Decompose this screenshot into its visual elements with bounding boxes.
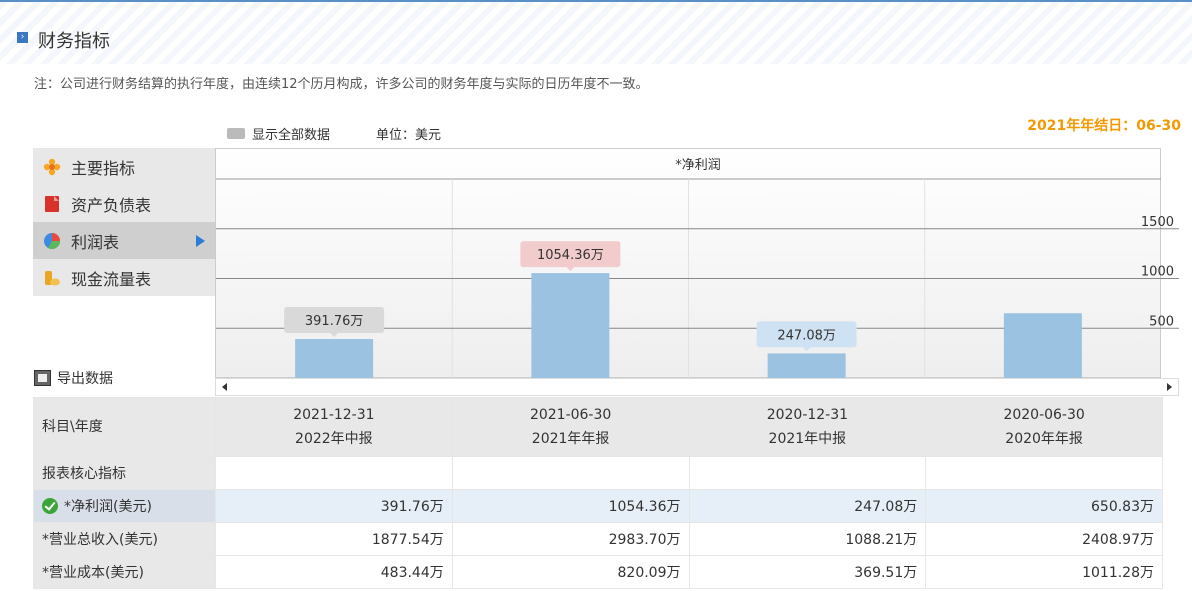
fiscal-year-end: 2021年年结日：06-30: [1027, 118, 1181, 134]
section-title: 财务指标: [38, 31, 110, 52]
chart-bar: [767, 353, 846, 378]
table-row[interactable]: *净利润(美元) 391.76万 1054.36万 247.08万 650.83…: [33, 489, 1163, 523]
section-row: 报表核心指标: [33, 456, 1163, 490]
y-tick-label: 500: [1149, 314, 1174, 329]
column-report: 2020年年报: [1005, 431, 1083, 447]
financial-table: 科目\年度 2021-12-31 2022年中报 2021-06-30 2021年年…: [33, 397, 1163, 589]
chart-title: *净利润: [675, 158, 721, 173]
menu-item-cash-flow[interactable]: 现金流量表: [33, 259, 215, 296]
chart-bar: [531, 273, 610, 378]
data-label: 247.08万: [777, 328, 836, 343]
column-report: 2021年年报: [531, 431, 610, 447]
row-label: *营业总收入(美元): [33, 522, 216, 556]
document-icon: [45, 195, 59, 212]
table-cell: 1054.36万: [451, 489, 690, 523]
column-date: 2021-12-31: [293, 407, 375, 423]
table-corner: 科目\年度: [33, 397, 216, 457]
section-label: 报表核心指标: [33, 456, 216, 490]
show-all-label: 显示全部数据: [252, 128, 331, 143]
section-header: › 财务指标: [0, 0, 1192, 64]
coins-icon: [45, 270, 60, 285]
table-cell: 1877.54万: [215, 522, 453, 556]
table-row[interactable]: *营业成本(美元) 483.44万 820.09万 369.51万 1011.2…: [33, 555, 1163, 589]
table-cell: 820.09万: [451, 555, 690, 589]
pie-chart-icon: [44, 232, 61, 249]
flower-icon: [43, 158, 61, 175]
menu-item-label: 利润表: [71, 232, 120, 252]
show-all-toggle[interactable]: 显示全部数据: [227, 124, 330, 143]
table-cell: 1011.28万: [925, 555, 1163, 589]
column-header: 2020-06-30 2020年年报: [925, 397, 1163, 457]
column-header: 2020-12-31 2021年中报: [688, 397, 927, 457]
unit-label: 单位：美元: [376, 128, 442, 143]
menu-item-main-indicators[interactable]: 主要指标: [33, 148, 215, 185]
empty-cell: [215, 456, 453, 490]
scroll-right-icon[interactable]: [1167, 383, 1172, 391]
table-cell: 1088.21万: [688, 522, 927, 556]
table-cell: 391.76万: [215, 489, 453, 523]
data-label: 391.76万: [305, 314, 364, 329]
column-report: 2021年中报: [768, 431, 847, 447]
export-label: 导出数据: [57, 371, 113, 387]
speech-bubble-icon: [227, 128, 245, 139]
chevron-right-icon: ›: [17, 32, 28, 43]
scroll-left-icon[interactable]: [222, 383, 227, 391]
table-row[interactable]: *营业总收入(美元) 1877.54万 2983.70万 1088.21万 24…: [33, 522, 1163, 556]
fiscal-note: 注：公司进行财务结算的执行年度，由连续12个历月构成，许多公司的财务年度与实际的…: [34, 77, 649, 92]
empty-cell: [688, 456, 927, 490]
table-cell: 247.08万: [688, 489, 927, 523]
chart-bar: [1003, 313, 1082, 378]
column-date: 2021-06-30: [529, 407, 612, 423]
menu-item-label: 资产负债表: [71, 195, 152, 215]
table-cell: 483.44万: [215, 555, 453, 589]
column-report: 2022年中报: [295, 431, 373, 447]
row-label-text: *净利润(美元): [64, 499, 152, 515]
table-cell: 2983.70万: [451, 522, 690, 556]
menu-item-balance-sheet[interactable]: 资产负债表: [33, 185, 215, 222]
table-header-row: 科目\年度 2021-12-31 2022年中报 2021-06-30 2021年年…: [33, 397, 1163, 457]
data-label-pointer: [566, 267, 575, 272]
chart-bar: [295, 339, 374, 378]
y-tick-label: 1000: [1141, 265, 1174, 280]
arrow-right-icon: [196, 235, 205, 247]
data-label: 1054.36万: [537, 248, 604, 263]
chart-canvas: *净利润 500 1000 1500 391.76万 1054.36万 247.08万: [216, 158, 1179, 378]
column-date: 2020-06-30: [1003, 407, 1085, 423]
menu-item-income-statement[interactable]: 利润表: [33, 222, 215, 259]
menu-item-label: 主要指标: [71, 158, 136, 178]
menu-item-label: 现金流量表: [71, 269, 152, 289]
table-cell: 650.83万: [925, 489, 1163, 523]
data-label-pointer: [330, 333, 339, 338]
empty-cell: [925, 456, 1163, 490]
table-cell: 2408.97万: [925, 522, 1163, 556]
export-icon: [34, 370, 51, 386]
data-label-pointer: [802, 347, 811, 352]
column-date: 2020-12-31: [766, 407, 849, 423]
export-data-button[interactable]: 导出数据: [34, 368, 113, 388]
side-menu: 主要指标 资产负债表 利润表 现金流量表: [33, 148, 215, 296]
empty-cell: [451, 456, 690, 490]
net-profit-chart: *净利润 500 1000 1500 391.76万 1054.36万 247.08万: [215, 148, 1179, 378]
row-label: *净利润(美元): [33, 489, 216, 523]
check-circle-icon: [42, 498, 58, 514]
column-header: 2021-12-31 2022年中报: [215, 397, 453, 457]
column-header: 2021-06-30 2021年年报: [451, 397, 690, 457]
row-label: *营业成本(美元): [33, 555, 216, 589]
y-tick-label: 1500: [1141, 215, 1174, 230]
chart-scrollbar[interactable]: [215, 378, 1179, 396]
table-cell: 369.51万: [688, 555, 927, 589]
